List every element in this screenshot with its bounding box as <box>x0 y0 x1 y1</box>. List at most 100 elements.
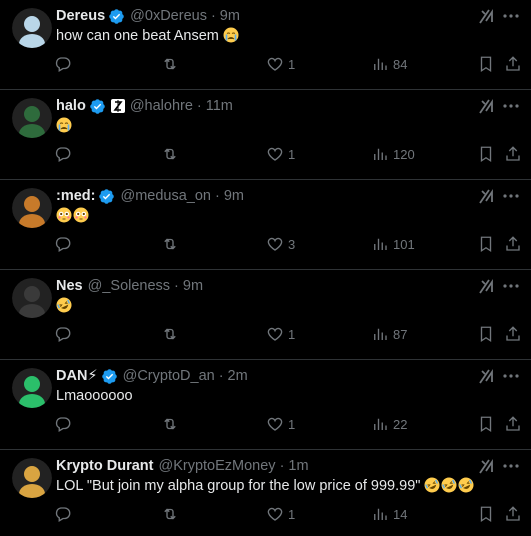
share-button[interactable] <box>504 415 522 433</box>
share-button[interactable] <box>504 235 522 253</box>
like-button[interactable]: 1 <box>266 415 295 433</box>
share-icon <box>506 416 520 431</box>
tweet[interactable]: Krypto Durant @KryptoEzMoney · 1m LOL "B… <box>0 450 531 536</box>
display-name[interactable]: Dereus <box>56 8 105 24</box>
timestamp[interactable]: 11m <box>206 98 233 114</box>
views-count: 101 <box>393 236 415 252</box>
repost-button[interactable] <box>161 505 179 523</box>
emoji-group <box>56 207 90 224</box>
share-button[interactable] <box>504 505 522 523</box>
grok-icon[interactable] <box>477 186 497 206</box>
views-icon <box>374 328 387 340</box>
crying-emoji-icon <box>223 27 239 43</box>
tweet-text: Lmaoooooo <box>56 387 133 405</box>
emoji-group <box>56 297 73 314</box>
tweet-text-content: Lmaoooooo <box>56 388 133 404</box>
user-handle[interactable]: @CryptoD_an <box>123 368 215 384</box>
grok-icon[interactable] <box>477 366 497 386</box>
display-name[interactable]: Krypto Durant <box>56 458 153 474</box>
tweet-header: Dereus @0xDereus · 9m <box>56 6 240 26</box>
views-button[interactable]: 22 <box>371 415 407 433</box>
more-icon[interactable] <box>501 186 521 206</box>
tweet[interactable]: DAN⚡ @CryptoD_an · 2m Lmaoooooo 1 22 <box>0 360 531 450</box>
bookmark-button[interactable] <box>477 325 495 343</box>
display-name[interactable]: halo <box>56 98 86 114</box>
share-button[interactable] <box>504 145 522 163</box>
more-icon[interactable] <box>501 6 521 26</box>
tweet[interactable]: Nes @_Soleness · 9m 1 87 <box>0 270 531 360</box>
user-handle[interactable]: @KryptoEzMoney <box>158 458 275 474</box>
like-button[interactable]: 3 <box>266 235 295 253</box>
tweet[interactable]: Dereus @0xDereus · 9m how can one beat A… <box>0 0 531 90</box>
views-button[interactable]: 14 <box>371 505 407 523</box>
tweet[interactable]: :med: @medusa_on · 9m 3 101 <box>0 180 531 270</box>
views-count: 87 <box>393 326 408 342</box>
user-handle[interactable]: @_Soleness <box>88 278 170 294</box>
tweet-text-content: how can one beat Ansem <box>56 28 223 44</box>
display-name[interactable]: :med: <box>56 188 95 204</box>
more-icon[interactable] <box>501 96 521 116</box>
bookmark-button[interactable] <box>477 235 495 253</box>
like-button[interactable]: 1 <box>266 325 295 343</box>
more-icon[interactable] <box>501 456 521 476</box>
reply-button[interactable] <box>54 235 72 253</box>
like-button[interactable]: 1 <box>266 505 295 523</box>
share-button[interactable] <box>504 325 522 343</box>
avatar[interactable] <box>12 188 52 228</box>
reply-button[interactable] <box>54 145 72 163</box>
avatar[interactable] <box>12 278 52 318</box>
more-icon[interactable] <box>501 276 521 296</box>
timestamp[interactable]: 2m <box>228 368 248 384</box>
reply-icon <box>55 327 71 342</box>
more-icon[interactable] <box>501 366 521 386</box>
bookmark-button[interactable] <box>477 145 495 163</box>
timestamp[interactable]: 9m <box>224 188 244 204</box>
display-name[interactable]: Nes <box>56 278 83 294</box>
repost-button[interactable] <box>161 415 179 433</box>
grok-icon[interactable] <box>477 276 497 296</box>
like-count: 1 <box>288 326 296 342</box>
user-handle[interactable]: @medusa_on <box>120 188 211 204</box>
reply-button[interactable] <box>54 415 72 433</box>
repost-button[interactable] <box>161 325 179 343</box>
timestamp[interactable]: 1m <box>288 458 308 474</box>
tweet[interactable]: halo @halohre · 11m 1 120 <box>0 90 531 180</box>
views-button[interactable]: 101 <box>371 235 415 253</box>
bookmark-icon <box>480 56 492 73</box>
bookmark-button[interactable] <box>477 505 495 523</box>
user-handle[interactable]: @0xDereus <box>130 8 207 24</box>
grok-icon[interactable] <box>477 456 497 476</box>
views-button[interactable]: 87 <box>371 325 407 343</box>
repost-button[interactable] <box>161 235 179 253</box>
bookmark-icon <box>480 416 492 433</box>
views-button[interactable]: 84 <box>371 55 407 73</box>
views-button[interactable]: 120 <box>371 145 415 163</box>
reply-button[interactable] <box>54 55 72 73</box>
bookmark-button[interactable] <box>477 55 495 73</box>
user-handle[interactable]: @halohre <box>130 98 193 114</box>
share-icon <box>506 236 520 251</box>
avatar[interactable] <box>12 368 52 408</box>
share-button[interactable] <box>504 55 522 73</box>
timestamp[interactable]: 9m <box>220 8 240 24</box>
repost-button[interactable] <box>161 145 179 163</box>
repost-button[interactable] <box>161 55 179 73</box>
reply-button[interactable] <box>54 325 72 343</box>
grok-icon[interactable] <box>477 96 497 116</box>
avatar[interactable] <box>12 458 52 498</box>
timestamp[interactable]: 9m <box>183 278 203 294</box>
avatar[interactable] <box>12 8 52 48</box>
like-button[interactable]: 1 <box>266 55 295 73</box>
like-count: 1 <box>288 146 296 162</box>
bookmark-icon <box>480 506 492 523</box>
reply-button[interactable] <box>54 505 72 523</box>
bookmark-button[interactable] <box>477 415 495 433</box>
avatar[interactable] <box>12 98 52 138</box>
verified-badge-icon <box>98 188 115 205</box>
heart-icon <box>267 57 283 71</box>
crying-emoji-icon <box>56 117 72 133</box>
grok-icon[interactable] <box>477 6 497 26</box>
separator-dot: · <box>210 8 216 24</box>
display-name[interactable]: DAN⚡ <box>56 368 98 384</box>
like-button[interactable]: 1 <box>266 145 295 163</box>
